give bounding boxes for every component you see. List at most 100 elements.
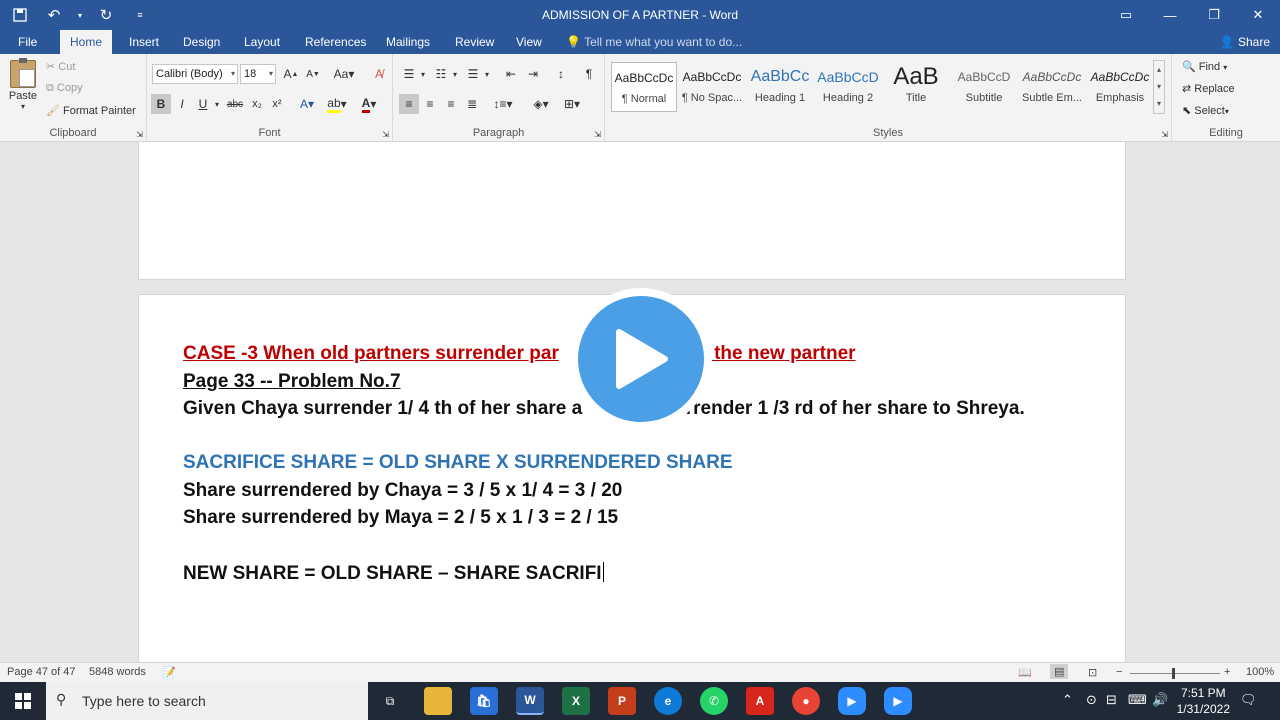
play-button[interactable]: [570, 288, 712, 430]
copy-button[interactable]: ⧉ Copy: [46, 82, 83, 95]
word-app-icon[interactable]: W: [516, 687, 544, 715]
style-heading-2[interactable]: AaBbCcD Heading 2: [815, 62, 881, 112]
zoom-meeting-icon[interactable]: ▶: [884, 687, 912, 715]
tab-mailings[interactable]: Mailings: [376, 30, 440, 54]
edge-browser-icon[interactable]: e: [654, 687, 682, 715]
multilevel-dropdown-icon[interactable]: ▾: [477, 64, 497, 84]
find-button[interactable]: 🔍 Find ▾: [1182, 60, 1227, 73]
powerpoint-app-icon[interactable]: P: [608, 687, 636, 715]
tell-me-box[interactable]: 💡 Tell me what you want to do...: [566, 30, 742, 54]
cut-button[interactable]: ✂ Cut: [46, 60, 75, 73]
style-subtitle[interactable]: AaBbCcD Subtitle: [951, 62, 1017, 112]
notifications-icon[interactable]: 🗨: [1240, 692, 1257, 708]
ribbon-display-options-icon[interactable]: ▭: [1104, 0, 1148, 30]
store-icon[interactable]: 🛍: [470, 687, 498, 715]
restore-icon[interactable]: ❐: [1192, 0, 1236, 30]
tab-references[interactable]: References: [295, 30, 376, 54]
style-no-spacing[interactable]: AaBbCcDc ¶ No Spac...: [679, 62, 745, 112]
select-button[interactable]: ⬉ Select▾: [1182, 104, 1229, 117]
page-previous[interactable]: [138, 142, 1126, 280]
chevron-up-icon[interactable]: ⌃: [1062, 692, 1073, 708]
excel-app-icon[interactable]: X: [562, 687, 590, 715]
styles-launcher-icon[interactable]: ⇲: [1161, 130, 1168, 139]
print-layout-icon[interactable]: ▤: [1050, 664, 1069, 679]
align-center-icon[interactable]: ≡: [420, 94, 440, 114]
font-name-combo[interactable]: Calibri (Body) ▾: [152, 64, 238, 84]
whatsapp-icon[interactable]: ✆: [700, 687, 728, 715]
italic-icon[interactable]: I: [172, 94, 192, 114]
windows-start-icon[interactable]: [0, 682, 46, 720]
share-button[interactable]: 👤 Share: [1220, 30, 1270, 54]
font-launcher-icon[interactable]: ⇲: [382, 130, 389, 139]
style-normal[interactable]: AaBbCcDc ¶ Normal: [611, 62, 677, 112]
zoom-level[interactable]: 100%: [1246, 666, 1274, 678]
change-case-icon[interactable]: Aa▾: [330, 64, 358, 84]
replace-button[interactable]: ⇄ Replace: [1182, 82, 1235, 95]
sort-icon[interactable]: ↕: [551, 64, 571, 84]
minimize-icon[interactable]: —: [1148, 0, 1192, 30]
tab-home[interactable]: Home: [60, 30, 113, 54]
word-count[interactable]: 5848 words: [89, 666, 146, 678]
close-icon[interactable]: ✕: [1236, 0, 1280, 30]
task-view-icon[interactable]: ⧉: [376, 687, 404, 715]
paragraph-launcher-icon[interactable]: ⇲: [594, 130, 601, 139]
tab-file[interactable]: File: [8, 30, 47, 54]
format-painter-button[interactable]: 🖌 Format Painter: [46, 104, 136, 117]
font-size-combo[interactable]: 18 ▾: [240, 64, 276, 84]
grow-font-icon[interactable]: A ▲: [281, 64, 301, 84]
style-heading-1[interactable]: AaBbCc Heading 1: [747, 62, 813, 112]
highlight-icon[interactable]: ab ▾: [327, 94, 347, 114]
zoom-in-icon[interactable]: +: [1224, 666, 1230, 678]
tab-insert[interactable]: Insert: [119, 30, 169, 54]
meet-now-icon[interactable]: ⊙: [1086, 692, 1097, 708]
zoom-out-icon[interactable]: −: [1116, 666, 1122, 678]
proofing-icon[interactable]: 📝: [162, 666, 176, 679]
increase-indent-icon[interactable]: ⇥: [523, 64, 543, 84]
justify-icon[interactable]: ≣: [462, 94, 482, 114]
volume-icon[interactable]: 🔊: [1152, 692, 1168, 708]
tab-design[interactable]: Design: [173, 30, 230, 54]
zoom-slider[interactable]: [1130, 668, 1220, 679]
select-label: Select: [1194, 105, 1225, 117]
borders-icon[interactable]: ⊞▾: [559, 94, 585, 114]
strikethrough-icon[interactable]: abc: [225, 94, 245, 114]
style-emphasis[interactable]: AaBbCcDc Emphasis: [1087, 62, 1153, 112]
subscript-icon[interactable]: x₂: [247, 94, 267, 114]
file-explorer-icon[interactable]: [424, 687, 452, 715]
acrobat-icon[interactable]: A: [746, 687, 774, 715]
style-subtle-emphasis[interactable]: AaBbCcDc Subtle Em...: [1019, 62, 1085, 112]
paste-dropdown-icon[interactable]: ▾: [6, 102, 40, 111]
numbering-dropdown-icon[interactable]: ▾: [445, 64, 465, 84]
styles-gallery-scroll[interactable]: ▴ ▾ ▾: [1153, 60, 1165, 114]
clear-formatting-icon[interactable]: A̸: [369, 64, 389, 84]
align-left-icon[interactable]: ≡: [399, 94, 419, 114]
ime-icon[interactable]: ⌨: [1128, 692, 1147, 708]
tab-view[interactable]: View: [506, 30, 552, 54]
underline-dropdown-icon[interactable]: ▾: [207, 94, 227, 114]
tab-review[interactable]: Review: [445, 30, 504, 54]
clipboard-launcher-icon[interactable]: ⇲: [136, 130, 143, 139]
web-layout-icon[interactable]: ⊡: [1088, 666, 1097, 679]
text-effects-icon[interactable]: A▾: [297, 94, 317, 114]
network-icon[interactable]: ⊟: [1106, 692, 1117, 708]
clock[interactable]: 7:51 PM 1/31/2022: [1177, 685, 1230, 717]
shading-icon[interactable]: ◈▾: [529, 94, 553, 114]
bullets-dropdown-icon[interactable]: ▾: [413, 64, 433, 84]
bold-icon[interactable]: B: [151, 94, 171, 114]
tab-layout[interactable]: Layout: [234, 30, 290, 54]
shrink-font-icon[interactable]: A ▼: [303, 64, 323, 84]
superscript-icon[interactable]: x²: [267, 94, 287, 114]
page-count[interactable]: Page 47 of 47: [7, 666, 76, 678]
paste-button[interactable]: Paste ▾: [6, 58, 40, 111]
zoom-app-icon[interactable]: ▶: [838, 687, 866, 715]
font-color-icon[interactable]: A ▾: [359, 94, 379, 114]
pilcrow-icon[interactable]: ¶: [579, 64, 599, 84]
read-mode-icon[interactable]: 📖: [1018, 666, 1032, 679]
line-spacing-icon[interactable]: ↕≡▾: [489, 94, 517, 114]
chrome-icon[interactable]: ●: [792, 687, 820, 715]
taskbar-search-box[interactable]: ⚲ Type here to search: [46, 682, 368, 720]
decrease-indent-icon[interactable]: ⇤: [501, 64, 521, 84]
align-right-icon[interactable]: ≡: [441, 94, 461, 114]
zoom-slider-thumb[interactable]: [1172, 668, 1175, 679]
style-title[interactable]: AaB Title: [883, 62, 949, 112]
